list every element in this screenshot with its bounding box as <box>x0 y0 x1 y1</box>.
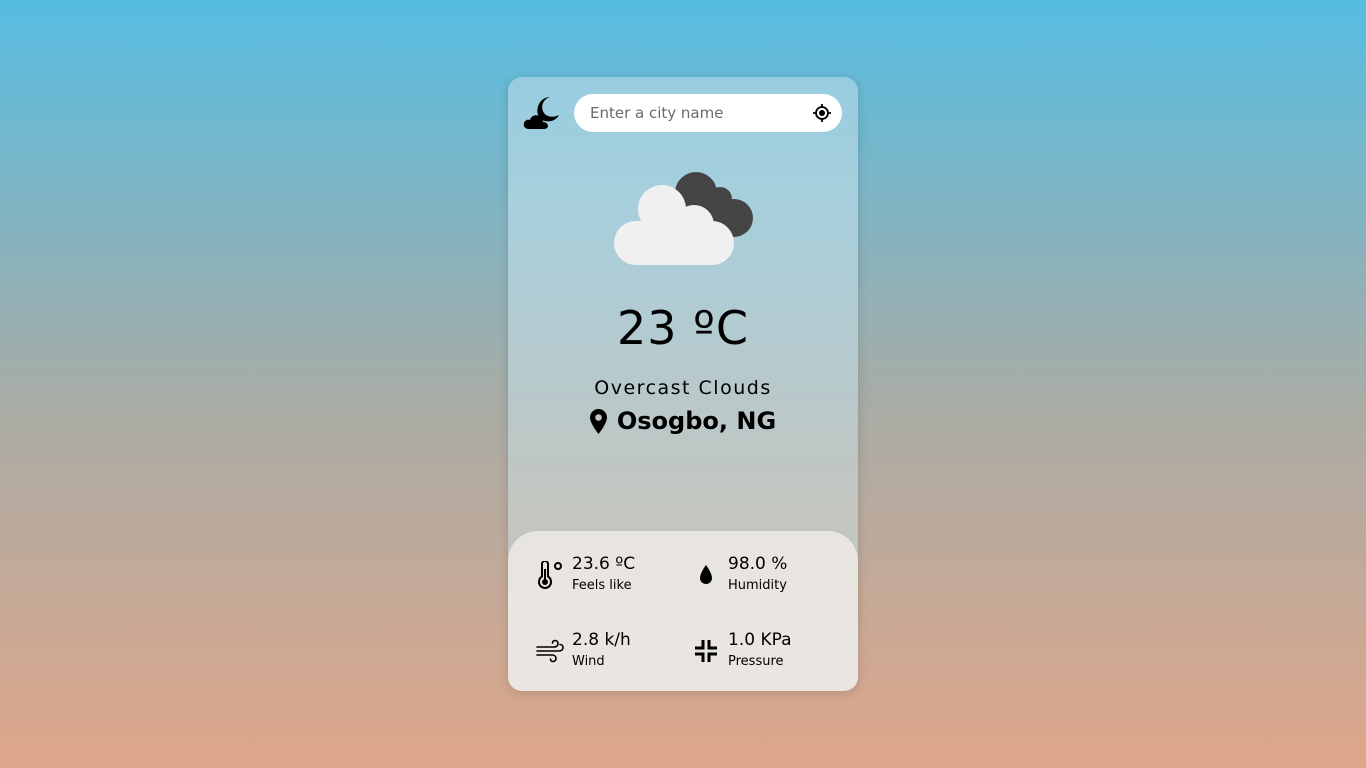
thermometer-icon <box>536 561 564 589</box>
map-pin-icon <box>589 408 607 434</box>
humidity-detail: 98.0 % Humidity <box>692 553 787 597</box>
pressure-value: 1.0 KPa <box>728 630 792 650</box>
feels-like-label: Feels like <box>572 578 632 593</box>
wind-value: 2.8 k/h <box>572 630 631 650</box>
feels-like-detail: 23.6 ºC Feels like <box>536 553 635 597</box>
weather-details-panel: 23.6 ºC Feels like 98.0 % Humidity 2.8 k… <box>508 531 858 691</box>
compress-icon <box>692 637 720 665</box>
feels-like-value: 23.6 ºC <box>572 554 636 574</box>
cloud-moon-icon <box>523 97 559 129</box>
city-search-input[interactable] <box>590 94 800 132</box>
crosshair-location-icon[interactable] <box>813 104 831 122</box>
pressure-detail: 1.0 KPa Pressure <box>692 629 792 673</box>
location-display: Osogbo, NG <box>508 407 858 435</box>
current-temperature: 23 ºC <box>617 301 749 355</box>
wind-detail: 2.8 k/h Wind <box>536 629 631 673</box>
search-bar <box>574 94 842 132</box>
droplet-icon <box>692 561 720 589</box>
humidity-label: Humidity <box>728 578 787 593</box>
overcast-clouds-icon <box>614 172 753 265</box>
pressure-label: Pressure <box>728 654 784 669</box>
weather-description: Overcast Clouds <box>594 377 772 399</box>
wind-icon <box>536 637 564 665</box>
weather-card: 23 ºC Overcast Clouds Osogbo, NG 23.6 ºC… <box>508 77 858 691</box>
wind-label: Wind <box>572 654 605 669</box>
humidity-value: 98.0 % <box>728 554 788 574</box>
location-name: Osogbo, NG <box>616 407 777 435</box>
